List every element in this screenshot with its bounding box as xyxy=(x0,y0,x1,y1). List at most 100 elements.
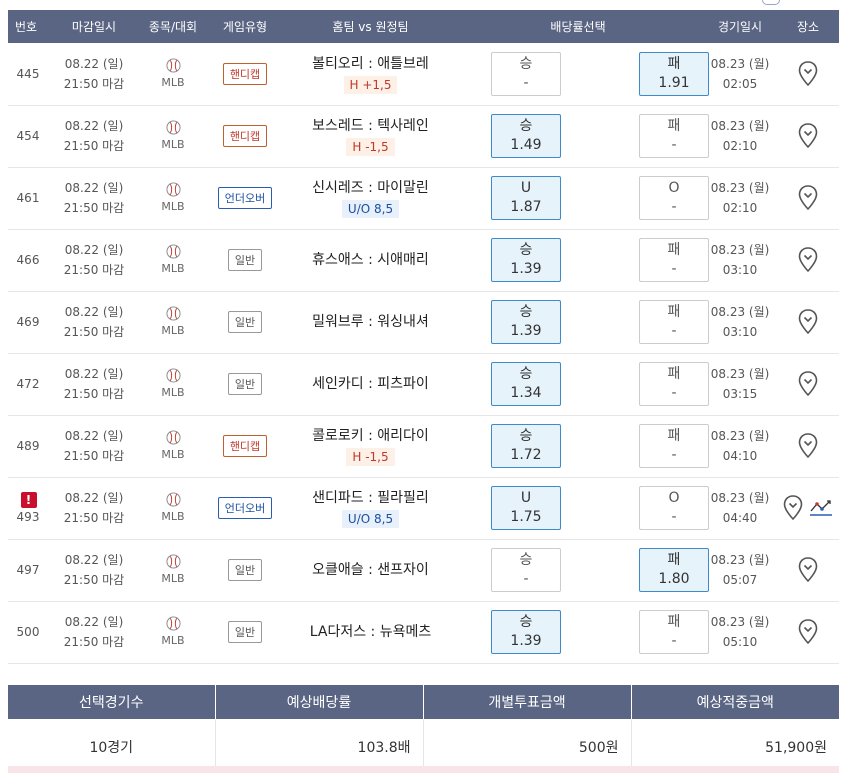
win-odds-button[interactable]: 승 - xyxy=(491,548,561,592)
win-odds-button[interactable]: 승 1.39 xyxy=(491,610,561,654)
baseball-icon xyxy=(165,492,181,507)
win-odds-label: 승 xyxy=(519,614,533,630)
game-date: 08.23 (월) xyxy=(710,243,770,257)
lose-odds-label: 패 xyxy=(667,55,681,72)
sport-label: MLB xyxy=(161,75,185,89)
win-odds-label: 승 xyxy=(519,428,533,444)
match-teams: 콜로로키 : 애리다이 xyxy=(312,428,429,444)
collapse-tab[interactable] xyxy=(762,0,780,5)
game-time: 03:15 xyxy=(722,387,758,401)
map-pin-icon[interactable] xyxy=(798,433,818,459)
game-time: 03:10 xyxy=(722,325,758,339)
lose-odds-label: 패 xyxy=(667,614,681,630)
map-pin-icon[interactable] xyxy=(798,309,818,335)
table-row: 454 08.22 (일) 21:50 마감 MLB 핸디캡 보스레드 : 텍사… xyxy=(8,105,840,168)
lose-odds-label: 패 xyxy=(667,304,681,320)
baseball-icon xyxy=(165,244,181,259)
game-type-cell: 일반 xyxy=(202,353,288,416)
baseball-icon xyxy=(165,368,181,383)
lose-odds-button[interactable]: O - xyxy=(639,176,709,220)
summary-stake-amount: 500원 xyxy=(423,719,632,773)
game-type-badge: 일반 xyxy=(227,559,263,581)
game-date: 08.23 (월) xyxy=(710,119,770,133)
sport-label: MLB xyxy=(161,262,185,275)
table-row: 497 08.22 (일) 21:50 마감 MLB 일반 오클애슬 : 샌프자… xyxy=(8,539,840,602)
map-pin-icon[interactable] xyxy=(798,123,818,149)
deadline-date: 08.22 (일) xyxy=(64,305,124,319)
win-odds-label: 승 xyxy=(519,366,533,382)
deadline-date: 08.22 (일) xyxy=(64,243,124,257)
lose-odds-button[interactable]: 패 1.80 xyxy=(639,548,709,592)
table-row: 461 08.22 (일) 21:50 마감 MLB 언더오버 신시레즈 : 마… xyxy=(8,167,840,230)
win-odds-button[interactable]: 승 1.39 xyxy=(491,300,561,344)
lose-odds-button[interactable]: 패 - xyxy=(639,362,709,406)
lose-odds-button[interactable]: 패 - xyxy=(639,300,709,344)
deadline-cell: 08.22 (일) 21:50 마감 xyxy=(44,291,144,354)
deadline-cell: 08.22 (일) 21:50 마감 xyxy=(44,415,144,478)
lose-odds-cell: 패 1.91 xyxy=(639,43,709,106)
header-sport: 종목/대회 xyxy=(144,10,202,43)
line-chart-icon[interactable] xyxy=(809,498,833,518)
lose-odds-label: O xyxy=(668,490,680,506)
match-teams: 세인카디 : 피츠파이 xyxy=(312,376,429,392)
sport-label: MLB xyxy=(161,386,185,399)
map-pin-icon[interactable] xyxy=(798,557,818,583)
lose-odds-button[interactable]: O - xyxy=(639,486,709,530)
lose-odds-cell: 패 - xyxy=(639,229,709,292)
game-time: 02:10 xyxy=(722,139,758,153)
lose-odds-button[interactable]: 패 - xyxy=(639,610,709,654)
win-odds-button[interactable]: 승 1.34 xyxy=(491,362,561,406)
venue-cell xyxy=(777,291,840,354)
lose-odds-button[interactable]: 패 - xyxy=(639,238,709,282)
map-pin-icon[interactable] xyxy=(798,185,818,211)
lose-odds-button[interactable]: 패 - xyxy=(639,424,709,468)
map-pin-icon[interactable] xyxy=(798,247,818,273)
lose-odds-value: 1.80 xyxy=(658,571,690,587)
deadline-time: 21:50 마감 xyxy=(63,76,125,91)
win-odds-cell: 승 1.34 xyxy=(453,353,599,416)
win-odds-button[interactable]: 승 1.49 xyxy=(491,114,561,158)
draw-cell xyxy=(599,291,639,354)
win-odds-label: 승 xyxy=(519,242,533,258)
match-cell: 오클애슬 : 샌프자이 xyxy=(288,539,453,602)
draw-cell xyxy=(599,601,639,664)
sport-cell: MLB xyxy=(144,415,202,478)
win-odds-button[interactable]: 승 1.72 xyxy=(491,424,561,468)
match-cell: 휴스애스 : 시애매리 xyxy=(288,229,453,292)
map-pin-icon[interactable] xyxy=(798,619,818,645)
match-cell: 세인카디 : 피츠파이 xyxy=(288,353,453,416)
win-odds-button[interactable]: 승 - xyxy=(491,51,561,96)
lose-odds-value: - xyxy=(671,633,677,649)
game-type-badge: 언더오버 xyxy=(217,497,273,519)
win-odds-button[interactable]: U 1.75 xyxy=(491,486,561,530)
summary-header-payout: 예상적중금액 xyxy=(631,685,839,719)
deadline-date: 08.22 (일) xyxy=(64,491,124,505)
lose-odds-button[interactable]: 패 1.91 xyxy=(639,51,709,96)
game-type-badge: 핸디캡 xyxy=(222,125,268,147)
summary-games-count: 10경기 xyxy=(8,719,216,773)
draw-cell xyxy=(599,539,639,602)
sport-cell: MLB xyxy=(144,229,202,292)
table-row: 445 08.22 (일) 21:50 마감 MLB 핸디캡 볼티오리 : 애틀… xyxy=(8,43,840,106)
game-type-badge: 일반 xyxy=(227,311,263,333)
summary-table: 선택경기수 예상배당률 개별투표금액 예상적중금액 10경기 103.8배 50… xyxy=(8,685,839,773)
match-teams: 볼티오리 : 애틀브레 xyxy=(312,55,429,72)
draw-cell xyxy=(599,43,639,106)
game-number-cell: ! 493 xyxy=(8,477,44,540)
venue-cell xyxy=(777,105,840,168)
draw-cell xyxy=(599,229,639,292)
lose-odds-button[interactable]: 패 - xyxy=(639,114,709,158)
map-pin-icon[interactable] xyxy=(798,60,818,87)
summary-header-games: 선택경기수 xyxy=(8,685,216,719)
lose-odds-value: - xyxy=(671,137,677,153)
sport-cell: MLB xyxy=(144,167,202,230)
table-header-row: 번호 마감일시 종목/대회 게임유형 홈팀 vs 원정팀 배당률선택 경기일시 … xyxy=(8,10,840,43)
lose-odds-value: 1.91 xyxy=(658,74,690,91)
win-odds-value: 1.49 xyxy=(510,137,542,153)
win-odds-value: 1.34 xyxy=(510,385,542,401)
win-odds-button[interactable]: U 1.87 xyxy=(491,176,561,220)
game-type-cell: 일반 xyxy=(202,601,288,664)
map-pin-icon[interactable] xyxy=(798,371,818,397)
win-odds-button[interactable]: 승 1.39 xyxy=(491,238,561,282)
map-pin-icon[interactable] xyxy=(783,495,803,521)
